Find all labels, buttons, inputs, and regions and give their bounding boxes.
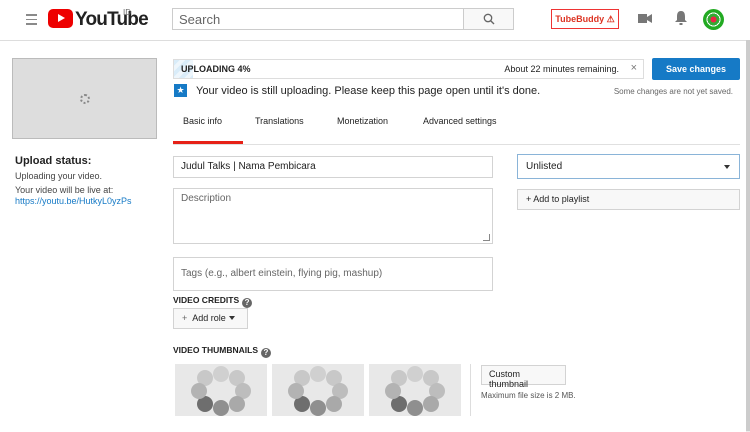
unsaved-notice: Some changes are not yet saved. <box>613 87 733 96</box>
video-link[interactable]: https://youtu.be/HutkyL0yzPs <box>15 196 132 206</box>
tab-divider <box>173 144 740 145</box>
help-icon[interactable]: ? <box>242 298 253 308</box>
custom-thumbnail-button[interactable]: Custom thumbnail <box>481 365 566 389</box>
time-remaining: About 22 minutes remaining. <box>504 64 619 74</box>
country-code: ID <box>123 8 131 17</box>
max-file-size-note: Maximum file size is 2 MB. <box>481 391 576 400</box>
scrollbar[interactable] <box>746 40 750 431</box>
video-preview <box>12 58 157 139</box>
save-changes-button[interactable]: Save changes <box>652 58 740 80</box>
upload-status-text: Uploading your video. <box>15 171 103 181</box>
video-credits-heading: VIDEO CREDITS? <box>173 295 253 308</box>
tab-basic-info[interactable]: Basic info <box>183 116 222 126</box>
upload-progress-bar: UPLOADING 4% About 22 minutes remaining.… <box>173 59 644 79</box>
top-bar: YouTube ID TubeBuddy ⚠ <box>0 0 750 40</box>
video-thumbnails-heading: VIDEO THUMBNAILS? <box>173 345 271 358</box>
live-at-text: Your video will be live at: <box>15 185 114 195</box>
star-info-icon: ★ <box>174 84 187 97</box>
help-icon[interactable]: ? <box>261 348 271 358</box>
chevron-down-icon <box>724 165 730 169</box>
video-credits-label: VIDEO CREDITS <box>173 295 240 305</box>
upload-page: Upload status: Uploading your video. You… <box>0 40 746 432</box>
add-role-button[interactable]: + Add role <box>173 308 248 329</box>
camera-icon[interactable] <box>638 13 652 24</box>
upload-info-message: Your video is still uploading. Please ke… <box>196 85 541 97</box>
loading-placeholder-icon <box>385 366 445 416</box>
resize-handle[interactable] <box>483 234 490 241</box>
youtube-wordmark[interactable]: YouTube <box>75 9 149 31</box>
add-role-label: Add role <box>192 313 226 323</box>
search-box <box>172 8 464 30</box>
menu-icon[interactable] <box>26 14 37 28</box>
search-input[interactable] <box>173 9 455 29</box>
active-tab-indicator <box>173 141 243 144</box>
upload-progress-label: UPLOADING 4% <box>181 64 251 74</box>
tab-advanced-settings[interactable]: Advanced settings <box>423 116 497 126</box>
thumbnail-option[interactable] <box>369 364 461 416</box>
upload-status-title: Upload status: <box>15 155 92 167</box>
thumbnail-option[interactable] <box>272 364 364 416</box>
video-thumbnails-label: VIDEO THUMBNAILS <box>173 345 258 355</box>
thumbnail-divider <box>470 364 471 416</box>
search-icon <box>483 13 495 25</box>
description-placeholder: Description <box>181 193 232 204</box>
close-icon[interactable]: × <box>631 62 637 74</box>
avatar[interactable] <box>703 9 724 30</box>
bell-icon[interactable] <box>674 10 688 26</box>
plus-icon: + <box>182 313 188 323</box>
thumbnail-option[interactable] <box>175 364 267 416</box>
search-button[interactable] <box>464 8 514 30</box>
tab-monetization[interactable]: Monetization <box>337 116 388 126</box>
tab-translations[interactable]: Translations <box>255 116 304 126</box>
loading-placeholder-icon <box>191 366 251 416</box>
description-input[interactable]: Description <box>173 188 493 244</box>
loading-placeholder-icon <box>288 366 348 416</box>
tubebuddy-button[interactable]: TubeBuddy ⚠ <box>551 9 619 29</box>
spinner-icon <box>80 94 90 104</box>
tags-input[interactable]: Tags (e.g., albert einstein, flying pig,… <box>173 257 493 291</box>
privacy-select[interactable]: Unlisted <box>517 154 740 179</box>
privacy-select-value: Unlisted <box>526 161 563 172</box>
title-input[interactable]: Judul Talks | Nama Pembicara <box>173 156 493 178</box>
add-to-playlist-button[interactable]: + Add to playlist <box>517 189 740 210</box>
chevron-down-icon <box>228 316 235 320</box>
youtube-logo-icon[interactable] <box>48 9 73 28</box>
